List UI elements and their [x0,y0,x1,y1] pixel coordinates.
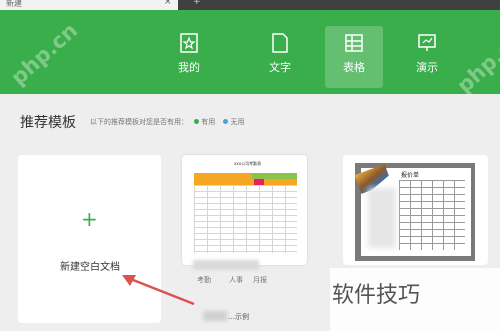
document-icon [272,33,288,53]
add-tab-icon[interactable]: + [193,0,201,7]
template-title: xxx公司考勤表 [234,161,262,166]
useless-dot-icon [223,119,229,124]
sheet-grid [194,185,297,253]
sheet-grid [399,180,465,250]
presentation-icon [418,34,436,51]
site-watermark: 软件技巧 [332,283,421,308]
tab-strip: 新建 × + [0,0,500,10]
tab-label: 新建 [6,0,22,8]
annotation-arrow-icon [122,275,195,306]
watermark-left: php.cn [6,18,83,90]
useless-label: 无用 [230,118,245,126]
useless-option[interactable]: 无用 [217,118,244,126]
new-blank-label: 新建空白文档 [60,262,120,273]
template-card-attendance[interactable]: xxx公司考勤表 [182,155,307,265]
star-doc-icon [180,33,198,53]
template-name-blurred [193,260,259,270]
useful-dot-icon [194,119,200,124]
templates-heading: 推荐模板 [20,115,76,131]
ribbon-item-writer[interactable]: 文字 [251,26,309,88]
template-card-quote[interactable]: 报价单 [343,155,488,265]
tab-new[interactable]: 新建 × [0,0,178,10]
ribbon-label: 文字 [269,61,291,74]
ribbon: php.cn 我的 文字 表格 演示 php.cn [0,10,500,98]
useful-option[interactable]: 有用 [190,118,215,126]
close-icon[interactable]: × [164,0,172,7]
feedback-hint: 以下的推荐模板对您是否有用： 有用 无用 [90,117,244,127]
table-icon [345,34,363,52]
ribbon-label: 演示 [416,61,438,74]
template-tag[interactable]: 人事 [229,275,243,285]
ribbon-label: 表格 [343,61,365,74]
plus-icon: + [81,207,98,231]
watermark-right: php.cn [452,26,500,98]
blurred-region [368,188,396,248]
ribbon-item-sheet[interactable]: 表格 [325,26,383,88]
ribbon-label: 我的 [178,61,200,74]
template-tag[interactable]: 月报 [253,275,267,285]
feedback-question: 以下的推荐模板对您是否有用： [90,118,188,126]
ribbon-item-my[interactable]: 我的 [160,26,218,88]
template-tag[interactable]: 考勤 [197,275,211,285]
file-name-blurred [203,311,227,321]
ribbon-item-presentation[interactable]: 演示 [398,26,456,88]
useful-label: 有用 [201,118,216,126]
template-title: 报价单 [401,172,420,179]
file-name: …示例 [228,313,249,321]
